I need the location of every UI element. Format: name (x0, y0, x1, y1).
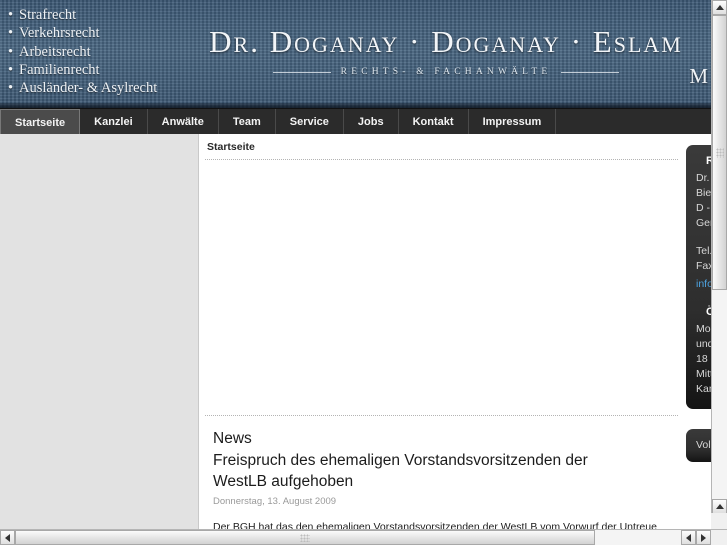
triangle-right-icon (701, 533, 706, 542)
contact-box-phone: Tel.: (696, 245, 711, 257)
practice-areas-list: • Strafrecht • Verkehrsrecht • Arbeitsrecht… (8, 6, 157, 97)
nav-item-list: Startseite Kanzlei Anwälte Team Service … (0, 109, 711, 135)
site-logo: Dr. Doganay · Doganay · Eslam RECHTS- & … (186, 24, 706, 79)
scroll-up-button-secondary[interactable] (712, 499, 727, 514)
practice-area-label: Strafrecht (19, 7, 77, 23)
logo-subtitle: RECHTS- & FACHANWÄLTE (340, 67, 552, 77)
triangle-left-icon (5, 533, 10, 542)
contact-box-address: Dr. Doganay Bielefelder Str. D - 33602 G… (696, 172, 711, 229)
vollmacht-box[interactable]: Vollmacht (686, 429, 711, 462)
right-sidebar: Rechtsanwälte Dr. Doganay Bielefelder St… (682, 134, 711, 529)
bullet-icon: • (8, 61, 14, 78)
main-navigation: Startseite Kanzlei Anwälte Team Service … (0, 108, 711, 135)
nav-item-kontakt[interactable]: Kontakt (399, 109, 469, 135)
vertical-scroll-thumb[interactable] (712, 15, 727, 290)
nav-item-label: Jobs (357, 116, 384, 128)
nav-item-team[interactable]: Team (219, 109, 276, 135)
horizontal-scroll-track[interactable] (15, 530, 681, 545)
news-article-date: Donnerstag, 13. August 2009 (213, 496, 337, 507)
vertical-scrollbar[interactable] (711, 0, 727, 529)
practice-area-item: • Familienrecht (8, 61, 157, 79)
contact-box-email-link[interactable]: info@ (696, 278, 711, 290)
news-section-heading: News (213, 430, 252, 447)
practice-area-label: Verkehrsrecht (19, 25, 100, 42)
horizontal-scrollbar[interactable] (0, 529, 727, 545)
nav-item-kanzlei[interactable]: Kanzlei (80, 109, 148, 135)
practice-area-item: • Arbeitsrecht (8, 43, 157, 61)
horizontal-scroll-thumb[interactable] (15, 530, 595, 545)
nav-item-label: Startseite (15, 116, 66, 129)
contact-box-fax: Fax: (696, 260, 711, 272)
vollmacht-label: Vollmacht (696, 439, 711, 451)
scroll-left-button[interactable] (0, 530, 15, 545)
nav-item-anwaelte[interactable]: Anwälte (148, 109, 219, 135)
practice-area-item: • Ausländer- & Asylrecht (8, 79, 157, 97)
scroll-up-button[interactable] (712, 0, 727, 15)
practice-area-label: Arbeitsrecht (19, 43, 91, 60)
bullet-icon: • (8, 25, 14, 42)
hours-box-title: Öffnungszeiten (706, 306, 711, 318)
nav-item-startseite[interactable]: Startseite (0, 109, 81, 135)
contact-box-title: Rechtsanwälte (706, 155, 711, 167)
header-clipped-text: M (689, 64, 708, 88)
scrollbar-corner (711, 513, 727, 529)
browser-page: • Strafrecht • Verkehrsrecht • Arbeitsrecht… (0, 0, 727, 545)
bullet-icon: • (8, 80, 14, 97)
grip-dots-icon (716, 147, 724, 158)
scroll-left-button-secondary[interactable] (681, 530, 696, 545)
triangle-left-icon (686, 533, 691, 542)
practice-area-item: • Strafrecht (8, 6, 157, 24)
hours-box-text: Montag und 18 Mittwoch Kanzlei (696, 323, 711, 395)
logo-rule-right (561, 71, 620, 73)
logo-subtitle-row: RECHTS- & FACHANWÄLTE (186, 65, 706, 79)
contact-box: Rechtsanwälte Dr. Doganay Bielefelder St… (686, 145, 711, 409)
content-empty-area (199, 160, 682, 415)
left-sidebar (0, 134, 199, 529)
news-article-title[interactable]: Freispruch des ehemaligen Vorstandsvorsi… (213, 450, 618, 492)
nav-item-label: Kanzlei (94, 116, 133, 128)
breadcrumb: Startseite (207, 141, 255, 153)
logo-title: Dr. Doganay · Doganay · Eslam (209, 24, 683, 59)
logo-rule-left (272, 71, 331, 73)
nav-item-label: Kontakt (412, 116, 454, 128)
nav-item-impressum[interactable]: Impressum (469, 109, 557, 135)
nav-item-label: Anwälte (161, 116, 204, 128)
nav-item-jobs[interactable]: Jobs (344, 109, 399, 135)
main-content: Startseite News Freispruch des ehemalige… (199, 134, 682, 529)
practice-area-label: Ausländer- & Asylrecht (19, 80, 158, 97)
scroll-right-button[interactable] (696, 530, 711, 545)
grip-dots-icon (300, 534, 310, 542)
page-viewport: • Strafrecht • Verkehrsrecht • Arbeitsrecht… (0, 0, 711, 529)
nav-item-label: Impressum (482, 116, 542, 128)
triangle-up-icon (715, 5, 724, 10)
nav-item-service[interactable]: Service (276, 109, 344, 135)
nav-item-label: Service (289, 116, 329, 128)
site-header: • Strafrecht • Verkehrsrecht • Arbeitsrecht… (0, 0, 711, 108)
triangle-up-icon (715, 504, 724, 509)
vertical-scroll-track[interactable] (712, 15, 727, 499)
news-article-body: Der BGH hat das den ehemaligen Vorstands… (213, 521, 657, 529)
practice-area-label: Familienrecht (19, 61, 100, 78)
practice-area-item: • Verkehrsrecht (8, 24, 157, 42)
bullet-icon: • (8, 7, 14, 23)
news-section: News Freispruch des ehemaligen Vorstands… (199, 416, 682, 529)
bullet-icon: • (8, 43, 14, 60)
nav-item-label: Team (232, 116, 261, 128)
